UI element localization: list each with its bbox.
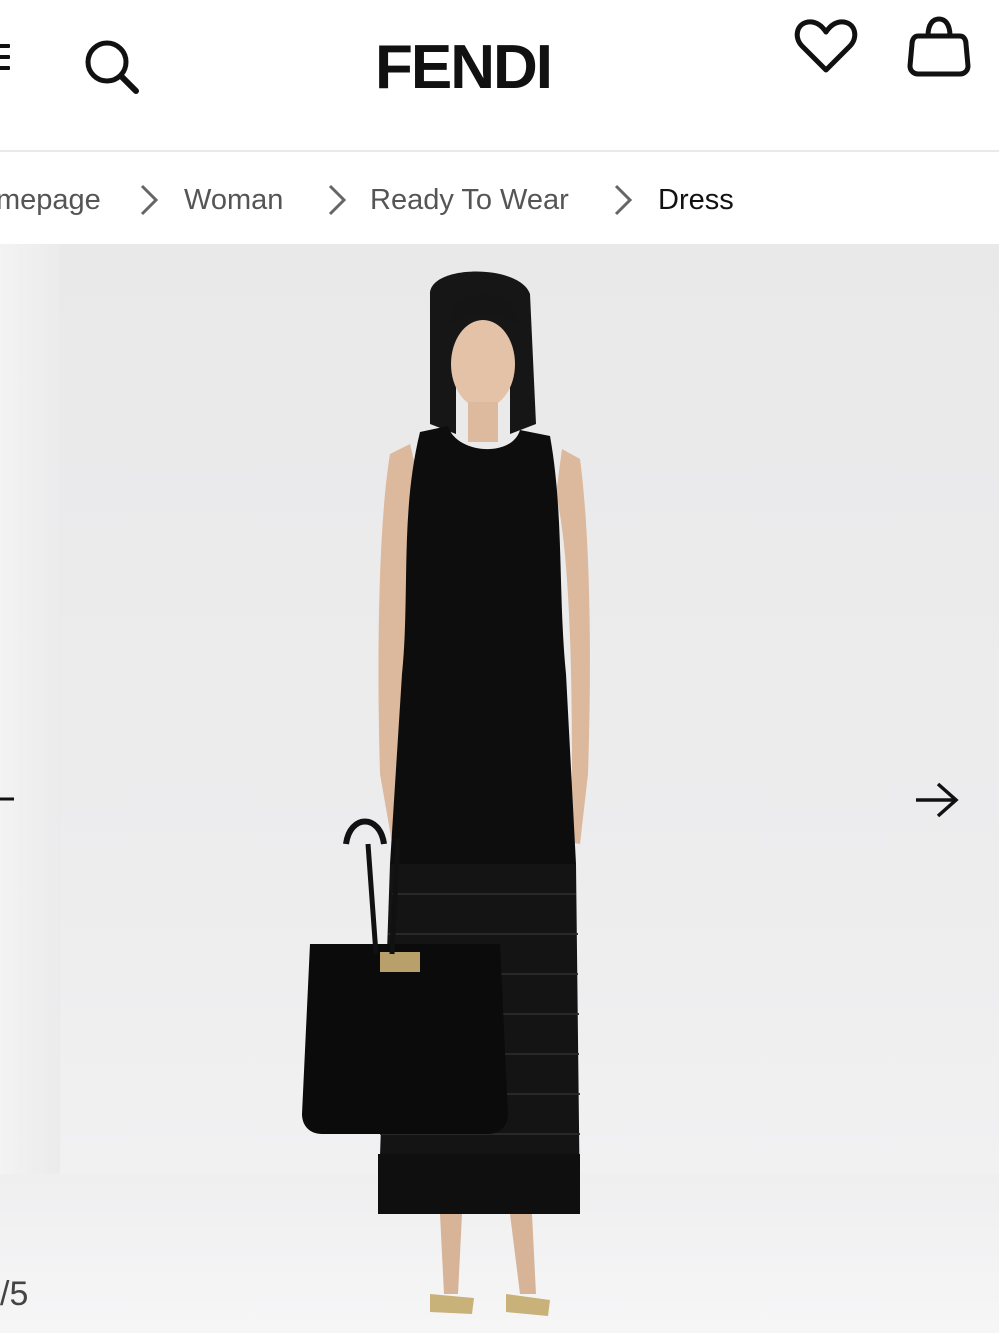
heart-icon[interactable] bbox=[794, 18, 858, 76]
breadcrumb-woman[interactable]: Woman bbox=[184, 182, 283, 218]
chevron-right-icon bbox=[614, 184, 633, 216]
image-counter: /5 bbox=[0, 1275, 29, 1313]
site-header: FENDI bbox=[0, 0, 999, 152]
search-icon[interactable] bbox=[80, 36, 142, 98]
product-image-gallery[interactable]: /5 bbox=[0, 244, 999, 1333]
breadcrumb-ready-to-wear[interactable]: Ready To Wear bbox=[370, 182, 569, 218]
breadcrumb-homepage[interactable]: mepage bbox=[0, 182, 101, 218]
arrow-right-icon[interactable] bbox=[912, 780, 962, 820]
brand-logo[interactable]: FENDI bbox=[340, 32, 586, 104]
chevron-right-icon bbox=[328, 184, 347, 216]
breadcrumb-dress: Dress bbox=[658, 184, 734, 216]
bag-icon[interactable] bbox=[906, 14, 972, 80]
product-image[interactable] bbox=[280, 254, 640, 1333]
menu-icon[interactable] bbox=[0, 44, 10, 76]
arrow-left-icon[interactable] bbox=[0, 784, 16, 814]
chevron-right-icon bbox=[140, 184, 159, 216]
breadcrumb: mepage Woman Ready To Wear Dress bbox=[0, 152, 999, 244]
